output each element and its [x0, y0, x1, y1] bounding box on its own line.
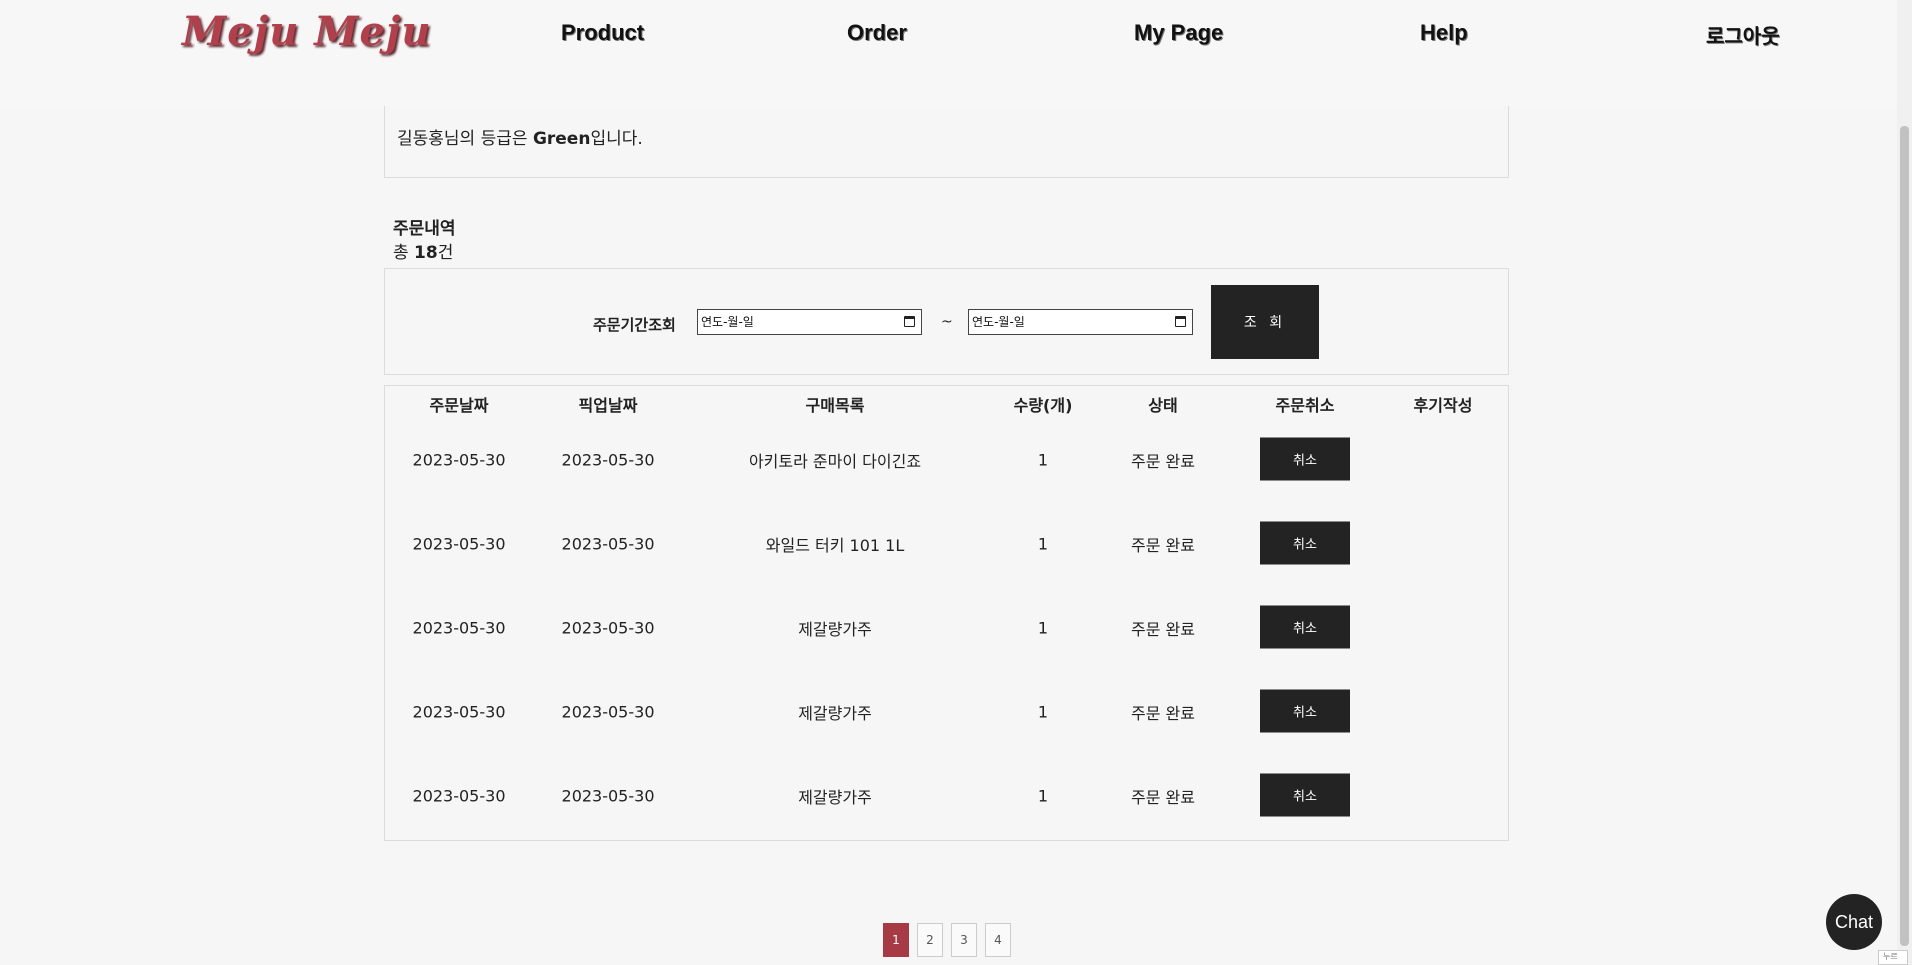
pickup-date: 2023-05-30	[561, 618, 655, 638]
pickup-date: 2023-05-30	[561, 450, 655, 470]
order-status: 주문 완료	[1131, 620, 1195, 639]
nav-help[interactable]: Help	[1420, 20, 1468, 46]
order-table: 주문날짜 픽업날짜 구매목록 수량(개) 상태 주문취소 후기작성 2023-0…	[384, 385, 1509, 841]
cancel-order-button[interactable]: 취소	[1260, 773, 1350, 817]
item-name[interactable]: 제갈량가주	[798, 616, 872, 640]
grade-suffix: 입니다.	[590, 129, 643, 149]
pickup-date: 2023-05-30	[561, 702, 655, 722]
nav-my-page[interactable]: My Page	[1134, 20, 1223, 46]
pagination: 1 2 3 4	[883, 923, 1011, 957]
order-history-total: 총 18건	[393, 238, 453, 263]
member-grade-box: 길동홍님의 등급은 Green입니다.	[384, 100, 1509, 178]
end-date-placeholder: 연도-월-일	[972, 315, 1025, 329]
cancel-order-button[interactable]: 취소	[1260, 521, 1350, 565]
order-date: 2023-05-30	[412, 702, 506, 722]
item-name[interactable]: 제갈량가주	[798, 784, 872, 808]
corner-tab[interactable]: 누르	[1878, 950, 1908, 965]
mypage-orders: Meju Meju Product Order My Page Help 로그아…	[0, 0, 1912, 965]
order-date: 2023-05-30	[412, 786, 506, 806]
order-date: 2023-05-30	[412, 534, 506, 554]
end-date-input[interactable]: 연도-월-일	[968, 309, 1193, 335]
page-button-4[interactable]: 4	[985, 923, 1011, 957]
order-period-search: 주문기간조회 연도-월-일 ~ 연도-월-일 조 회	[384, 268, 1509, 375]
scrollbar-thumb[interactable]	[1900, 126, 1909, 946]
item-name[interactable]: 제갈량가주	[798, 700, 872, 724]
quantity: 1	[1037, 450, 1049, 470]
header-status: 상태	[1148, 396, 1178, 415]
total-count: 18	[414, 243, 438, 263]
calendar-icon[interactable]	[904, 316, 915, 327]
cancel-order-button[interactable]: 취소	[1260, 689, 1350, 733]
nav-product[interactable]: Product	[561, 20, 644, 46]
member-grade-text: 길동홍님의 등급은 Green입니다.	[397, 124, 643, 149]
start-date-placeholder: 연도-월-일	[701, 315, 754, 329]
order-date: 2023-05-30	[412, 450, 506, 470]
page-scrollbar[interactable]	[1897, 0, 1912, 965]
page-button-1[interactable]: 1	[883, 923, 909, 957]
order-status: 주문 완료	[1131, 452, 1195, 471]
site-logo[interactable]: Meju Meju	[182, 8, 432, 55]
quantity: 1	[1037, 702, 1049, 722]
nav-order[interactable]: Order	[847, 20, 907, 46]
start-date-input[interactable]: 연도-월-일	[697, 309, 922, 335]
header-review: 후기작성	[1413, 396, 1473, 415]
page-button-2[interactable]: 2	[917, 923, 943, 957]
quantity: 1	[1037, 786, 1049, 806]
chat-button[interactable]: Chat	[1826, 894, 1882, 950]
grade-prefix: 길동홍님의 등급은	[397, 129, 533, 149]
item-name[interactable]: 아키토라 준마이 다이긴죠	[749, 448, 921, 472]
grade-level: Green	[532, 129, 591, 149]
item-name[interactable]: 와일드 터키 101 1L	[766, 532, 905, 556]
header-order-date: 주문날짜	[429, 396, 489, 415]
nav-logout[interactable]: 로그아웃	[1706, 20, 1780, 49]
total-suffix: 건	[437, 243, 454, 263]
quantity: 1	[1037, 534, 1049, 554]
order-status: 주문 완료	[1131, 704, 1195, 723]
order-date: 2023-05-30	[412, 618, 506, 638]
header-pickup-date: 픽업날짜	[578, 396, 638, 415]
header-cancel: 주문취소	[1275, 396, 1335, 415]
date-separator: ~	[941, 314, 953, 330]
pickup-date: 2023-05-30	[561, 534, 655, 554]
order-history-title: 주문내역	[393, 219, 456, 239]
period-search-button[interactable]: 조 회	[1211, 285, 1319, 359]
header-quantity: 수량(개)	[1013, 396, 1073, 415]
total-prefix: 총	[393, 243, 415, 263]
page-button-3[interactable]: 3	[951, 923, 977, 957]
header-items: 구매목록	[805, 396, 865, 415]
order-status: 주문 완료	[1131, 788, 1195, 807]
period-label: 주문기간조회	[593, 316, 676, 334]
pickup-date: 2023-05-30	[561, 786, 655, 806]
quantity: 1	[1037, 618, 1049, 638]
cancel-order-button[interactable]: 취소	[1260, 605, 1350, 649]
order-status: 주문 완료	[1131, 536, 1195, 555]
site-header: Meju Meju Product Order My Page Help 로그아…	[0, 0, 1897, 106]
calendar-icon[interactable]	[1175, 316, 1186, 327]
cancel-order-button[interactable]: 취소	[1260, 437, 1350, 481]
